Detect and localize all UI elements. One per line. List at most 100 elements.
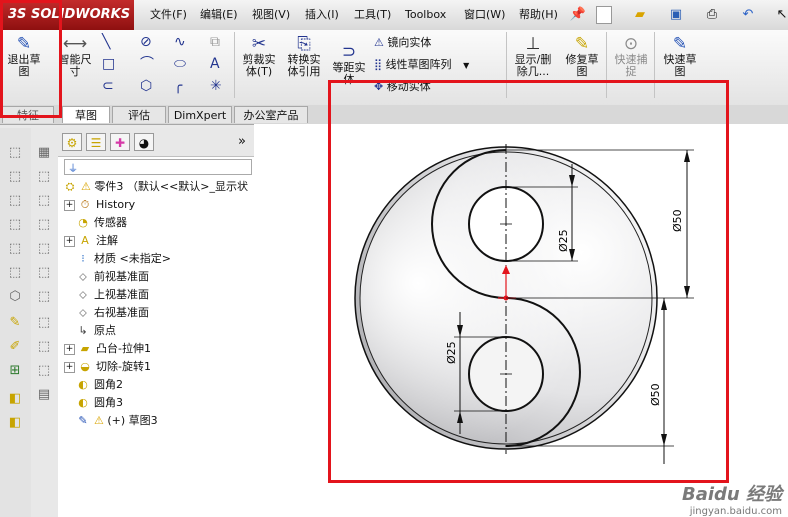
display-manager-tab-icon[interactable]: ◕ <box>134 133 154 151</box>
pin-icon[interactable]: 📌 <box>568 5 588 25</box>
tree-item[interactable]: ◐ 圆角3 <box>64 394 123 412</box>
menu-tools[interactable]: 工具(T) <box>354 0 391 30</box>
tree-item[interactable]: ◐ 圆角2 <box>64 376 123 394</box>
watermark: Baidu 经验 jingyan.baidu.com <box>682 480 782 517</box>
new-document-icon[interactable] <box>596 6 612 24</box>
layer-icon[interactable]: ◧ <box>5 390 25 408</box>
tree-item[interactable]: + A 注解 <box>64 232 118 250</box>
linear-pattern-button[interactable]: ⣿ 线性草图阵列 ▼ <box>374 56 469 74</box>
relations-tool-icon[interactable]: ⊞ <box>5 362 25 380</box>
construction-icon[interactable]: ⧉ <box>210 33 220 51</box>
front-view-icon[interactable]: ⬚ <box>5 144 25 162</box>
menu-toolbox[interactable]: Toolbox <box>405 0 446 30</box>
menu-edit[interactable]: 编辑(E) <box>200 0 238 30</box>
slot-icon[interactable]: ⊂ <box>102 77 114 95</box>
tool-icon[interactable]: ⬚ <box>34 216 54 234</box>
print-icon[interactable]: ⎙ <box>702 5 722 25</box>
menu-view[interactable]: 视图(V) <box>252 0 290 30</box>
trim-label: 剪裁实 体(T) <box>242 53 276 78</box>
arc-icon[interactable]: ⌒ <box>140 55 154 73</box>
line-icon[interactable]: ╲ <box>102 33 110 51</box>
tree-item[interactable]: + ⏱ History <box>64 196 135 214</box>
dropdown-icon[interactable]: ▼ <box>463 61 469 70</box>
rapid-sketch-button[interactable]: ✎ 快速草 图 <box>658 34 702 78</box>
tree-item[interactable]: ⁝ 材质 <未指定> <box>64 250 171 268</box>
back-view-icon[interactable]: ⬚ <box>5 168 25 186</box>
tree-filter-input[interactable]: ⏚ <box>64 159 252 175</box>
tool-icon[interactable]: ⬚ <box>34 338 54 356</box>
spline-icon[interactable]: ∿ <box>174 33 186 51</box>
expand-icon[interactable]: + <box>64 235 75 247</box>
tab-dimxpert[interactable]: DimXpert <box>168 106 232 123</box>
repair-sketch-label: 修复草 图 <box>565 53 599 78</box>
grid-icon[interactable]: ▤ <box>34 386 54 404</box>
tab-office-products[interactable]: 办公室产品 <box>234 106 308 123</box>
tree-item[interactable]: + ◒ 切除-旋转1 <box>64 358 151 376</box>
tree-root[interactable]: ⛭ ⚠ 零件3 （默认<<默认>_显示状 <box>62 178 248 196</box>
tree-item[interactable]: ◔ 传感器 <box>64 214 127 232</box>
rapid-sketch-label: 快速草 图 <box>663 53 697 78</box>
expand-panel-icon[interactable]: » <box>238 134 246 149</box>
plane-icon: ⬦ <box>79 306 87 319</box>
menu-window[interactable]: 窗口(W) <box>464 0 505 30</box>
table-icon[interactable]: ▦ <box>34 144 54 162</box>
tool-icon[interactable]: ⬚ <box>34 314 54 332</box>
select-icon[interactable]: ↖ <box>772 5 788 25</box>
tree-item[interactable]: ✎ ⚠ (+) 草图3 <box>64 412 157 430</box>
sketch-tool-icon[interactable]: ✎ <box>5 314 25 332</box>
tool-icon[interactable]: ⬚ <box>34 288 54 306</box>
feature-manager: ⚙ ☰ ✚ ◕ » ⏚ ⛭ ⚠ 零件3 （默认<<默认>_显示状 + ⏱ Histor… <box>58 128 255 517</box>
separator <box>234 32 235 98</box>
warning-icon: ⚠ <box>81 180 91 193</box>
tool-icon[interactable]: ⬚ <box>34 362 54 380</box>
repair-sketch-button[interactable]: ✎ 修复草 图 <box>560 34 604 78</box>
property-manager-tab-icon[interactable]: ☰ <box>86 133 106 151</box>
mirror-entities-button[interactable]: ⚠ 镜向实体 <box>374 34 431 52</box>
tool-icon[interactable]: ⬚ <box>34 168 54 186</box>
expand-icon[interactable]: + <box>64 199 75 211</box>
tool-icon[interactable]: ⬚ <box>34 240 54 258</box>
tree-item[interactable]: + ▰ 凸台-拉伸1 <box>64 340 151 358</box>
text-icon[interactable]: A <box>210 55 220 73</box>
quick-snap-button[interactable]: ⊙ 快速捕 捉 <box>610 34 652 78</box>
undo-icon[interactable]: ↶ <box>738 5 758 25</box>
rectangle-icon[interactable]: □ <box>102 55 115 73</box>
isometric-view-icon[interactable]: ⬡ <box>5 288 25 306</box>
ellipse-icon[interactable]: ⬭ <box>174 55 186 73</box>
expand-icon[interactable]: + <box>64 361 75 373</box>
convert-entities-button[interactable]: ⎘ 转换实 体引用 <box>282 34 326 78</box>
menu-insert[interactable]: 插入(I) <box>305 0 339 30</box>
bottom-view-icon[interactable]: ⬚ <box>5 264 25 282</box>
tree-item[interactable]: ⬦ 右视基准面 <box>64 304 149 322</box>
tab-sketch[interactable]: 草图 <box>62 106 110 123</box>
save-icon[interactable]: ▣ <box>666 5 686 25</box>
tool-icon[interactable]: ⬚ <box>34 264 54 282</box>
circle-icon[interactable]: ⊘ <box>140 33 152 51</box>
edit-sketch-icon[interactable]: ✐ <box>5 338 25 356</box>
top-view-icon[interactable]: ⬚ <box>5 240 25 258</box>
warning-icon: ⚠ <box>94 414 108 427</box>
configuration-tab-icon[interactable]: ✚ <box>110 133 130 151</box>
expand-icon[interactable]: + <box>64 343 75 355</box>
menu-file[interactable]: 文件(F) <box>150 0 187 30</box>
polygon-icon[interactable]: ⬡ <box>140 77 152 95</box>
layer2-icon[interactable]: ◧ <box>5 414 25 432</box>
open-folder-icon[interactable]: ▰ <box>630 5 650 25</box>
trim-entities-button[interactable]: ✂ 剪裁实 体(T) <box>238 34 280 78</box>
tool-icon[interactable]: ⬚ <box>34 192 54 210</box>
menu-help[interactable]: 帮助(H) <box>519 0 558 30</box>
tree-item[interactable]: ⬦ 上视基准面 <box>64 286 149 304</box>
tab-evaluate[interactable]: 评估 <box>112 106 166 123</box>
display-delete-relations-button[interactable]: ⊥ 显示/删 除几... <box>510 34 556 78</box>
feature-tree-tab-icon[interactable]: ⚙ <box>62 133 82 151</box>
fillet-sketch-icon[interactable]: ╭ <box>174 77 182 95</box>
left-view-icon[interactable]: ⬚ <box>5 192 25 210</box>
tree-item[interactable]: ↳ 原点 <box>64 322 116 340</box>
quick-snap-icon: ⊙ <box>623 34 639 54</box>
right-view-icon[interactable]: ⬚ <box>5 216 25 234</box>
tree-item[interactable]: ⬦ 前视基准面 <box>64 268 149 286</box>
point-icon[interactable]: ✳ <box>210 77 222 95</box>
tree-item-label: 凸台-拉伸1 <box>96 342 151 355</box>
